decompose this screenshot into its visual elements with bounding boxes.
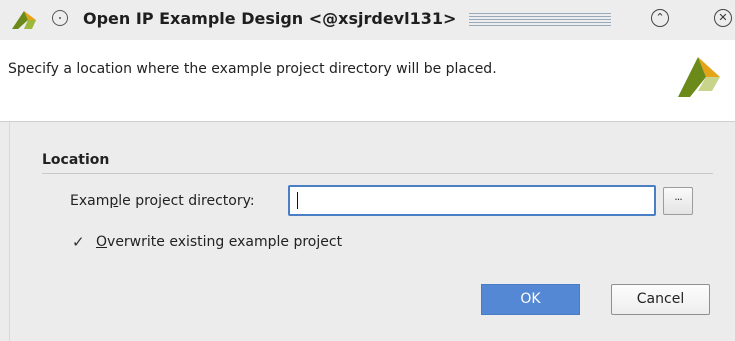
banner-description: Specify a location where the example pro… [8, 61, 497, 77]
mnemonic-letter: O [96, 234, 108, 250]
cancel-button[interactable]: Cancel [611, 284, 710, 315]
section-divider [42, 173, 713, 174]
header-banner: Specify a location where the example pro… [0, 40, 735, 122]
project-directory-label: Example project directory: [70, 193, 255, 209]
title-bar-grip[interactable] [469, 13, 611, 26]
title-bar: Open IP Example Design <@xsjrdevl131> ⌃ … [0, 0, 735, 40]
window-title: Open IP Example Design <@xsjrdevl131> [83, 9, 457, 28]
ok-button[interactable]: OK [481, 284, 580, 315]
text-cursor [297, 192, 298, 209]
chevron-up-icon[interactable]: ⌃ [651, 9, 669, 27]
close-icon[interactable]: ✕ [714, 9, 732, 27]
overwrite-checkbox-label[interactable]: Overwrite existing example project [96, 234, 342, 250]
mnemonic-letter: p [109, 193, 119, 209]
label-part: le project directory: [118, 193, 255, 209]
overwrite-checkbox[interactable]: ✓ [72, 235, 86, 250]
label-part: verwrite existing example project [107, 234, 343, 250]
xilinx-logo-icon [678, 57, 720, 97]
browse-button[interactable]: ··· [663, 187, 693, 215]
panel-left-border [9, 122, 10, 341]
window-menu-icon[interactable] [52, 10, 68, 26]
xilinx-logo-icon [12, 11, 36, 29]
location-section-title: Location [42, 152, 110, 168]
project-directory-input[interactable] [288, 185, 656, 216]
label-part: Exam [70, 193, 110, 209]
